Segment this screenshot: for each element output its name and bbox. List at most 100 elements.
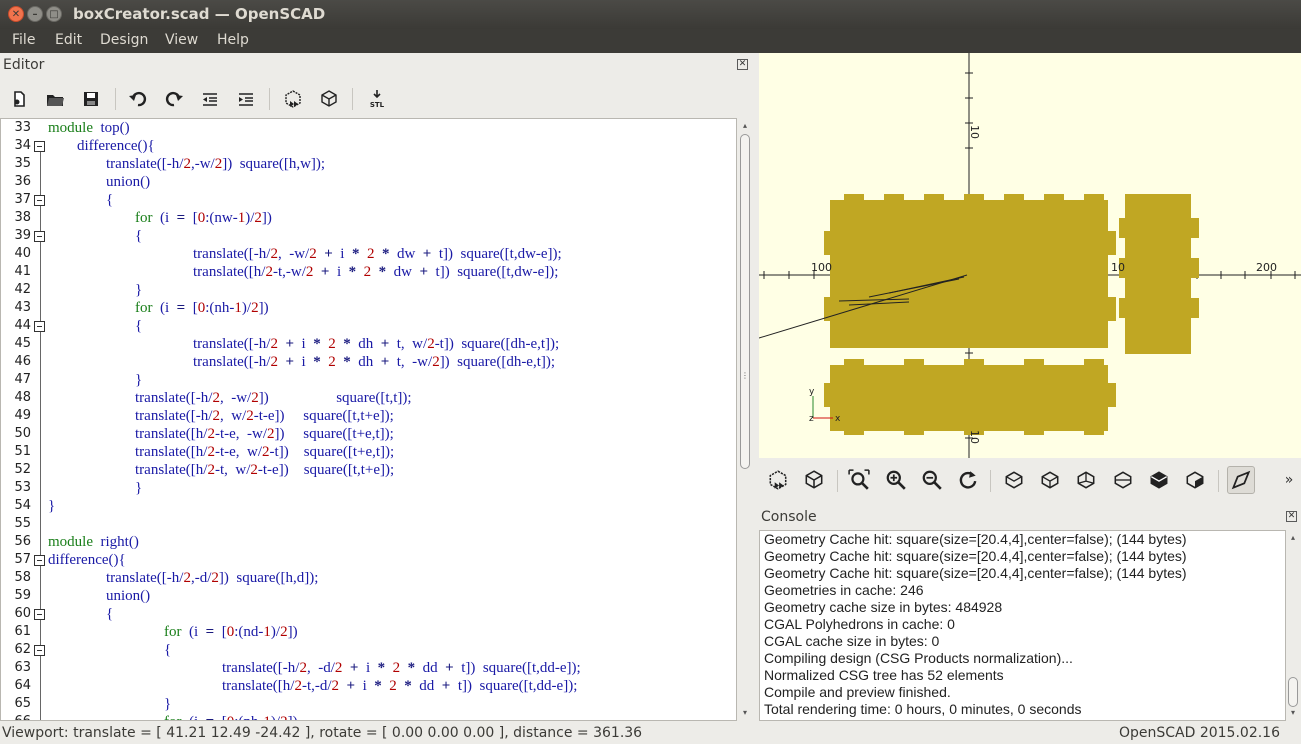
console-line: CGAL Polyhedrons in cache: 0 <box>764 616 955 632</box>
line-number: 33 <box>14 120 31 135</box>
viewport-status: Viewport: translate = [ 41.21 12.49 -24.… <box>2 725 643 741</box>
code-line[interactable]: 36 union() <box>1 173 736 191</box>
zoom-out-icon[interactable] <box>918 466 946 494</box>
code-line[interactable]: 44 { <box>1 317 736 335</box>
code-line[interactable]: 50 translate([h/2-t-e, -w/2]) square([t+e… <box>1 425 736 443</box>
view-all-icon[interactable] <box>845 466 873 494</box>
code-line[interactable]: 51 translate([h/2-t-e, w/2-t]) square([t+… <box>1 443 736 461</box>
code-line[interactable]: 34 difference(){ <box>1 137 736 155</box>
toolbar-overflow-icon[interactable]: » <box>1279 466 1299 494</box>
code-line[interactable]: 60 { <box>1 605 736 623</box>
view-right-icon[interactable] <box>1000 466 1028 494</box>
code-line[interactable]: 48 translate([-h/2, -w/2]) square([t,t]); <box>1 389 736 407</box>
view-front-icon[interactable] <box>1145 466 1173 494</box>
fold-toggle-icon[interactable] <box>34 231 45 242</box>
fold-toggle-icon[interactable] <box>34 645 45 656</box>
code-line[interactable]: 58 translate([-h/2,-d/2]) square([h,d]); <box>1 569 736 587</box>
maximize-window-button[interactable]: □ <box>46 6 62 22</box>
line-number: 35 <box>14 156 31 171</box>
menu-edit[interactable]: Edit <box>55 32 82 48</box>
code-text: { <box>106 192 114 208</box>
code-text: } <box>135 282 143 298</box>
indent-icon[interactable] <box>233 86 259 112</box>
code-line[interactable]: 59 union() <box>1 587 736 605</box>
console-scroll-thumb[interactable] <box>1288 677 1298 707</box>
console-scroll-up-icon[interactable]: ▴ <box>1287 532 1299 544</box>
line-number: 41 <box>14 264 31 279</box>
code-line[interactable]: 40 translate([-h/2, -w/2 + i * 2 * dw + t… <box>1 245 736 263</box>
code-line[interactable]: 61 for (i = [0:(nd-1)/2]) <box>1 623 736 641</box>
console-scrollbar[interactable]: ▴ ▾ <box>1286 530 1300 721</box>
render-icon[interactable] <box>316 86 342 112</box>
code-text: difference(){ <box>48 552 126 568</box>
code-line[interactable]: 63 translate([-h/2, -d/2 + i * 2 * dd + t… <box>1 659 736 677</box>
fold-toggle-icon[interactable] <box>34 321 45 332</box>
code-line[interactable]: 54} <box>1 497 736 515</box>
code-line[interactable]: 39 { <box>1 227 736 245</box>
code-line[interactable]: 33 module top() <box>1 119 736 137</box>
code-line[interactable]: 53} <box>1 479 736 497</box>
minimize-window-button[interactable]: – <box>27 6 43 22</box>
code-line[interactable]: 37 { <box>1 191 736 209</box>
console-output[interactable]: Geometry Cache hit: square(size=[20.4,4]… <box>759 530 1286 721</box>
scroll-down-icon[interactable]: ▾ <box>739 707 751 719</box>
fold-toggle-icon[interactable] <box>34 609 45 620</box>
line-number: 48 <box>14 390 31 405</box>
code-line[interactable]: 45 translate([-h/2 + i * 2 * dh + t, w/2-… <box>1 335 736 353</box>
code-line[interactable]: 62 { <box>1 641 736 659</box>
code-line[interactable]: 41 translate([h/2-t,-w/2 + i * 2 * dw + t… <box>1 263 736 281</box>
editor-scrollbar[interactable]: ▴ ⋮ ▾ <box>738 118 752 721</box>
menu-design[interactable]: Design <box>100 32 148 48</box>
code-line[interactable]: 56 module right() <box>1 533 736 551</box>
render-icon[interactable] <box>800 466 828 494</box>
open-file-icon[interactable] <box>42 86 68 112</box>
menu-file[interactable]: File <box>12 32 35 48</box>
code-line[interactable]: 42} <box>1 281 736 299</box>
menu-view[interactable]: View <box>165 32 198 48</box>
line-number: 52 <box>14 462 31 477</box>
undo-icon[interactable] <box>125 86 151 112</box>
fold-toggle-icon[interactable] <box>34 141 45 152</box>
code-line[interactable]: 55 <box>1 515 736 533</box>
line-number: 34 <box>14 138 31 153</box>
close-window-button[interactable]: ✕ <box>8 6 24 22</box>
unindent-icon[interactable] <box>197 86 223 112</box>
code-line[interactable]: 65} <box>1 695 736 713</box>
view-back-icon[interactable] <box>1181 466 1209 494</box>
code-line[interactable]: 49 translate([-h/2, w/2-t-e]) square([t,t… <box>1 407 736 425</box>
scroll-up-icon[interactable]: ▴ <box>739 120 751 132</box>
code-line[interactable]: 35 translate([-h/2,-w/2]) square([h,w]); <box>1 155 736 173</box>
code-line[interactable]: 46 translate([-h/2 + i * 2 * dh + t, -w/2… <box>1 353 736 371</box>
view-top-icon[interactable] <box>1036 466 1064 494</box>
code-line[interactable]: 38 for (i = [0:(nw-1)/2]) <box>1 209 736 227</box>
code-line[interactable]: 57 difference(){ <box>1 551 736 569</box>
editor-close-icon[interactable]: ✕ <box>737 59 748 70</box>
redo-icon[interactable] <box>161 86 187 112</box>
preview-icon[interactable] <box>280 86 306 112</box>
code-line[interactable]: 43 for (i = [0:(nh-1)/2]) <box>1 299 736 317</box>
code-text: translate([h/2-t,-w/2 + i * 2 * dw + t])… <box>193 264 559 280</box>
code-line[interactable]: 64 translate([h/2-t,-d/2 + i * 2 * dd + t… <box>1 677 736 695</box>
code-editor[interactable]: 33 module top() 34 difference(){35 translate… <box>0 118 737 721</box>
fold-toggle-icon[interactable] <box>34 195 45 206</box>
view-left-icon[interactable] <box>1109 466 1137 494</box>
save-icon[interactable] <box>78 86 104 112</box>
menu-help[interactable]: Help <box>217 32 249 48</box>
code-line[interactable]: 66 for (i = [0:(nh-1)/2]) <box>1 713 736 720</box>
view-bottom-icon[interactable] <box>1072 466 1100 494</box>
preview-icon[interactable] <box>764 466 792 494</box>
reset-view-icon[interactable] <box>954 466 982 494</box>
export-stl-icon[interactable]: STL <box>364 86 390 112</box>
editor-scroll-thumb[interactable] <box>740 134 750 469</box>
line-number: 42 <box>14 282 31 297</box>
console-close-icon[interactable]: ✕ <box>1286 511 1297 522</box>
fold-toggle-icon[interactable] <box>34 555 45 566</box>
console-scroll-down-icon[interactable]: ▾ <box>1287 707 1299 719</box>
code-line[interactable]: 47} <box>1 371 736 389</box>
3d-viewport[interactable]: 100 200 10 10 10 y x z <box>759 53 1301 458</box>
console-line: Compiling design (CSG Products normaliza… <box>764 650 1073 666</box>
perspective-icon[interactable] <box>1227 466 1255 494</box>
code-line[interactable]: 52 translate([h/2-t, w/2-t-e]) square([t,… <box>1 461 736 479</box>
zoom-in-icon[interactable] <box>882 466 910 494</box>
new-file-icon[interactable] <box>6 86 32 112</box>
